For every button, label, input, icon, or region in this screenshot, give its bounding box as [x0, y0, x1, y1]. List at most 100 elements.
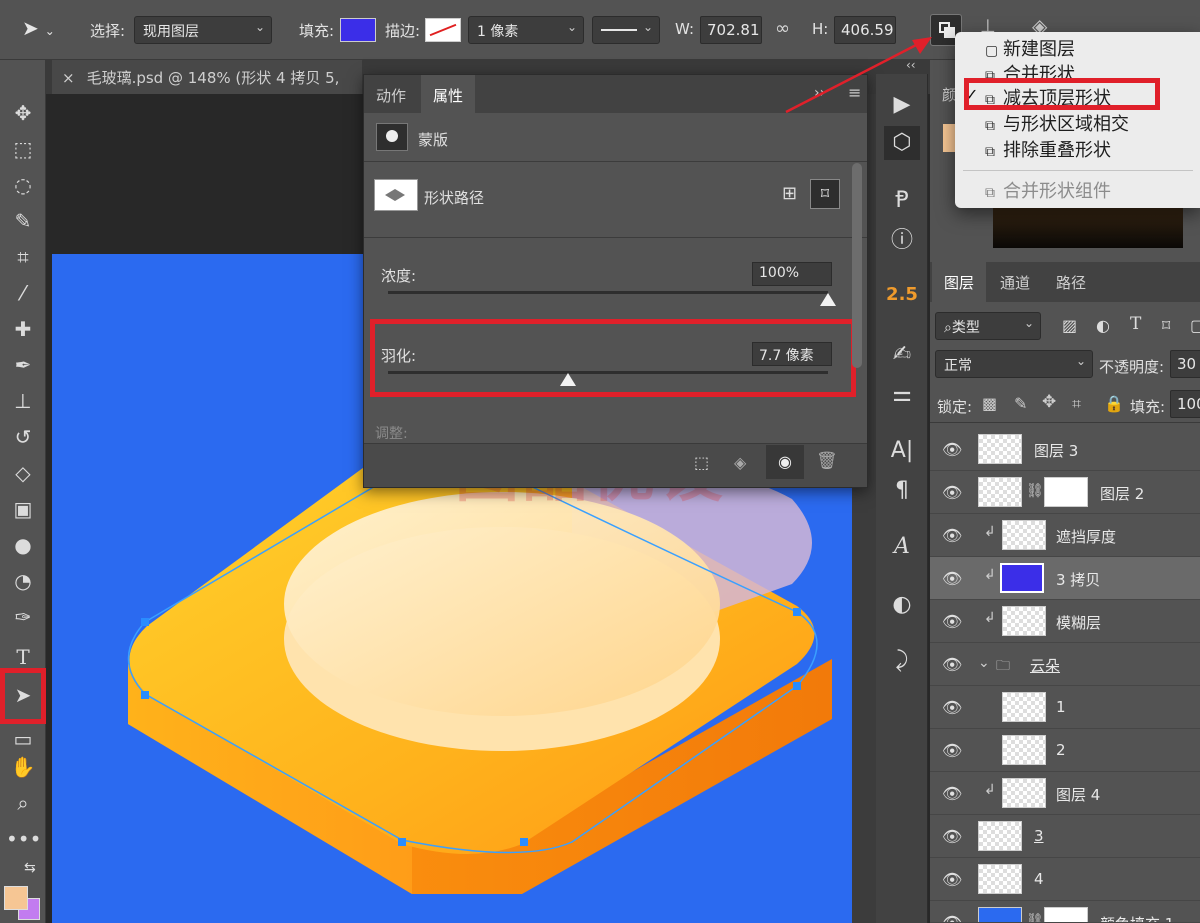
layer-row[interactable]: 👁 1	[930, 686, 1200, 729]
eye-icon[interactable]: 👁	[942, 913, 962, 922]
density-slider-thumb[interactable]	[820, 293, 836, 306]
eye-icon[interactable]: 👁	[942, 741, 962, 760]
eye-icon[interactable]: 👁	[942, 483, 962, 502]
blend-mode-dropdown[interactable]: 正常 ⌄	[935, 350, 1093, 378]
feather-slider-thumb[interactable]	[560, 373, 577, 386]
eyedropper-tool-icon[interactable]: ⁄	[6, 278, 40, 308]
play-action-icon[interactable]: ▶	[884, 88, 920, 122]
layer-row[interactable]: 👁 ⛓ 图层 2	[930, 471, 1200, 514]
layer-row[interactable]: 👁 ↲ 模糊层	[930, 600, 1200, 643]
select-dropdown[interactable]: 现用图层 ⌄	[134, 16, 272, 44]
character-icon[interactable]: A|	[884, 434, 920, 468]
hand-tool-icon[interactable]: ✋	[6, 752, 40, 782]
color-gradient-field[interactable]	[993, 202, 1183, 248]
brush-tool-icon[interactable]: ✒	[6, 350, 40, 380]
filter-smart-object-icon[interactable]: ▢	[1190, 316, 1200, 335]
layer-filter-dropdown[interactable]: ⌕类型 ⌄	[935, 312, 1041, 340]
dodge-tool-icon[interactable]: ◔	[6, 566, 40, 596]
eye-icon[interactable]: 👁	[942, 569, 962, 588]
properties-scrollbar[interactable]	[852, 163, 862, 368]
layer-group-row[interactable]: 👁 ⌄ 🗀 云朵	[930, 643, 1200, 686]
tab-actions[interactable]: 动作	[364, 75, 418, 113]
eye-icon[interactable]: 👁	[942, 440, 962, 459]
info-icon[interactable]: ⓘ	[884, 224, 920, 258]
zoom-tool-icon[interactable]: ⌕	[6, 788, 40, 818]
more-tools-icon[interactable]: •••	[6, 824, 41, 854]
lasso-tool-icon[interactable]: ◌	[6, 170, 40, 200]
selection-from-mask-icon[interactable]: ⬚	[694, 453, 709, 472]
density-input[interactable]: 100%	[752, 262, 832, 286]
filter-adjustment-icon[interactable]: ◐	[1096, 316, 1110, 335]
lock-transparent-icon[interactable]: ▩	[982, 394, 997, 413]
delete-mask-icon[interactable]: 🗑	[816, 451, 838, 471]
eye-icon[interactable]: 👁	[942, 827, 962, 846]
gradient-tool-icon[interactable]: ▣	[6, 494, 40, 524]
layer-row[interactable]: 👁 2	[930, 729, 1200, 772]
direct-selection-tool-icon[interactable]: ➤	[6, 680, 40, 710]
filter-pixel-icon[interactable]: ▨	[1062, 316, 1077, 335]
layer-row-selected[interactable]: 👁 ↲ 3 拷贝	[930, 557, 1200, 600]
layer-row[interactable]: 👁 4	[930, 858, 1200, 901]
layer-row[interactable]: 👁 3	[930, 815, 1200, 858]
menu-item-intersect-shape-areas[interactable]: ⧉ 与形状区域相交	[985, 110, 1129, 136]
document-tab[interactable]: × 毛玻璃.psd @ 148% (形状 4 拷贝 5,	[52, 60, 362, 94]
eye-icon[interactable]: 👁	[942, 655, 962, 674]
layer-row[interactable]: 👁 ↲ 遮挡厚度	[930, 514, 1200, 557]
quick-select-tool-icon[interactable]: ✎	[6, 206, 40, 236]
filter-shape-icon[interactable]: ⌑	[1162, 316, 1170, 335]
rectangle-tool-icon[interactable]: ▭	[6, 724, 40, 754]
eye-icon[interactable]: 👁	[942, 612, 962, 631]
feather-input[interactable]: 7.7 像素	[752, 342, 832, 366]
direct-selection-tool-preset[interactable]: ➤ ⌄	[22, 16, 72, 44]
width-input[interactable]: 702.81	[700, 16, 762, 44]
glyphs-icon[interactable]: A	[884, 530, 920, 564]
stroke-color-swatch[interactable]	[425, 18, 461, 42]
close-icon[interactable]: ×	[62, 69, 75, 87]
apply-mask-icon[interactable]: ◈	[734, 453, 746, 472]
3d-icon[interactable]: ⬡	[884, 126, 920, 160]
eraser-tool-icon[interactable]: ◇	[6, 458, 40, 488]
tab-layers[interactable]: 图层	[932, 262, 987, 302]
stamp-tool-icon[interactable]: ⊥	[6, 386, 40, 416]
adjustments-icon[interactable]: ◐	[884, 588, 920, 622]
fill-input[interactable]: 100	[1170, 390, 1200, 418]
add-pixel-mask-icon[interactable]: ⊞	[782, 183, 797, 204]
tab-channels[interactable]: 通道	[988, 262, 1042, 302]
panel-collapse-icon[interactable]: ‹‹	[906, 58, 916, 72]
move-tool-icon[interactable]: ✥	[6, 98, 40, 128]
feather-slider-track[interactable]	[388, 371, 828, 374]
vector-mask-button[interactable]: ⌑	[810, 179, 840, 209]
blur-tool-icon[interactable]: ●	[6, 530, 40, 560]
density-slider-track[interactable]	[388, 291, 828, 294]
lock-all-icon[interactable]: 🔒	[1104, 394, 1124, 413]
eye-icon[interactable]: 👁	[942, 698, 962, 717]
layer-row[interactable]: 👁 ⛓ 颜色填充 1	[930, 901, 1200, 923]
eye-icon[interactable]: 👁	[942, 870, 962, 889]
history-brush-tool-icon[interactable]: ↺	[6, 422, 40, 452]
healing-brush-tool-icon[interactable]: ✚	[6, 314, 40, 344]
brush-settings-icon[interactable]: ⚌	[884, 378, 920, 412]
swap-colors-icon[interactable]: ⇆	[24, 860, 36, 876]
stroke-type-dropdown[interactable]: ⌄	[592, 16, 660, 44]
fill-color-swatch[interactable]	[340, 18, 376, 42]
brush-presets-icon[interactable]: ✍	[884, 338, 920, 372]
version-badge[interactable]: 2.5	[884, 278, 920, 312]
layer-row[interactable]: 👁 ↲ 图层 4	[930, 772, 1200, 815]
layer-row[interactable]: 👁 图层 3	[930, 428, 1200, 471]
marquee-tool-icon[interactable]: ⬚	[6, 134, 40, 164]
menu-item-exclude-overlapping[interactable]: ⧉ 排除重叠形状	[985, 136, 1111, 162]
opacity-input[interactable]: 30	[1170, 350, 1200, 378]
lock-artboard-icon[interactable]: ⌗	[1072, 394, 1081, 414]
chevron-down-icon[interactable]: ⌄	[978, 655, 990, 671]
crop-tool-icon[interactable]: ⌗	[6, 242, 40, 272]
toggle-mask-visibility-button[interactable]: ◉	[766, 445, 804, 479]
foreground-color-swatch[interactable]	[4, 886, 28, 910]
tab-properties[interactable]: 属性	[421, 75, 476, 113]
tab-paths[interactable]: 路径	[1044, 262, 1098, 302]
pen-tool-icon[interactable]: ✑	[6, 602, 40, 632]
lock-image-icon[interactable]: ✎	[1014, 394, 1027, 413]
paragraph-p-icon[interactable]: Ᵽ	[884, 184, 920, 218]
filter-type-icon[interactable]: T	[1130, 314, 1141, 334]
menu-item-new-layer[interactable]: ▢ 新建图层	[985, 35, 1075, 61]
stroke-width-dropdown[interactable]: 1 像素 ⌄	[468, 16, 584, 44]
